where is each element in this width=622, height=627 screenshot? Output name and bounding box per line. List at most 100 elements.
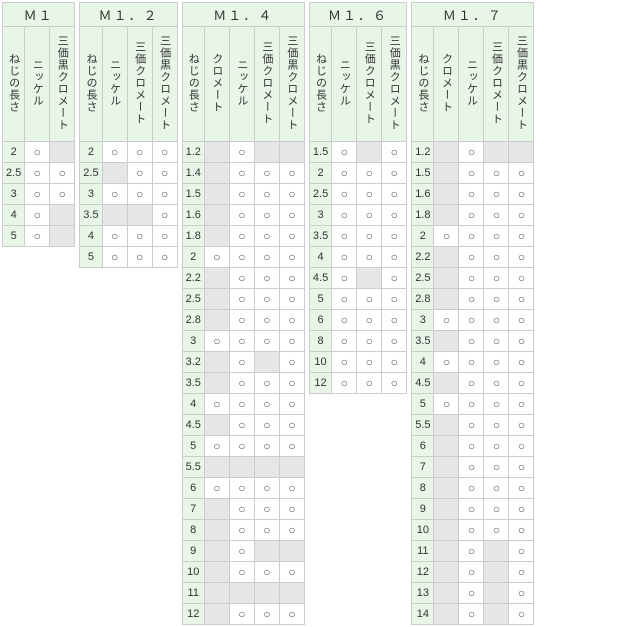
length-cell: 2.2 xyxy=(412,247,434,268)
circle-icon xyxy=(459,415,484,436)
table-row: 3 xyxy=(412,310,534,331)
circle-icon xyxy=(229,352,254,373)
circle-icon xyxy=(254,562,279,583)
table-row: 5.5 xyxy=(412,415,534,436)
circle-icon xyxy=(434,394,459,415)
empty-cell xyxy=(204,226,229,247)
circle-icon xyxy=(357,184,382,205)
circle-icon xyxy=(152,205,177,226)
circle-icon xyxy=(509,184,534,205)
spec-table: Ｍ１．２ねじの長さニッケル三価クロメート三価黒クロメート22.533.545 xyxy=(79,2,177,268)
circle-icon xyxy=(102,226,127,247)
circle-icon xyxy=(254,310,279,331)
circle-icon xyxy=(484,331,509,352)
table-row: 3.5 xyxy=(412,331,534,352)
circle-icon xyxy=(332,247,357,268)
length-cell: 3 xyxy=(3,184,25,205)
table-row: 1.6 xyxy=(412,184,534,205)
circle-icon xyxy=(279,478,304,499)
circle-icon xyxy=(484,436,509,457)
circle-icon xyxy=(459,331,484,352)
length-cell: 4 xyxy=(182,394,204,415)
circle-icon xyxy=(229,541,254,562)
table-row: 4 xyxy=(182,394,304,415)
circle-icon xyxy=(484,184,509,205)
length-cell: 6 xyxy=(412,436,434,457)
empty-cell xyxy=(434,562,459,583)
empty-cell xyxy=(204,184,229,205)
length-cell: 7 xyxy=(182,499,204,520)
length-cell: 3 xyxy=(80,184,102,205)
length-cell: 10 xyxy=(412,520,434,541)
circle-icon xyxy=(509,205,534,226)
circle-icon xyxy=(382,331,407,352)
circle-icon xyxy=(152,163,177,184)
empty-cell xyxy=(434,331,459,352)
circle-icon xyxy=(509,562,534,583)
circle-icon xyxy=(509,499,534,520)
table-row: 2 xyxy=(182,247,304,268)
table-row: 1.4 xyxy=(182,163,304,184)
circle-icon xyxy=(459,205,484,226)
circle-icon xyxy=(254,478,279,499)
circle-icon xyxy=(484,226,509,247)
empty-cell xyxy=(434,268,459,289)
table-title: Ｍ１．４ xyxy=(182,3,304,27)
length-cell: 3.5 xyxy=(412,331,434,352)
circle-icon xyxy=(484,205,509,226)
empty-cell xyxy=(434,184,459,205)
table-row: 5 xyxy=(80,247,177,268)
length-cell: 2.5 xyxy=(3,163,25,184)
length-cell: 1.6 xyxy=(182,205,204,226)
circle-icon xyxy=(509,541,534,562)
table-row: 4.5 xyxy=(412,373,534,394)
table-row: 2 xyxy=(309,163,406,184)
table-row: 3.5 xyxy=(309,226,406,247)
circle-icon xyxy=(127,247,152,268)
circle-icon xyxy=(254,205,279,226)
table-row: 3 xyxy=(3,184,75,205)
table-row: 10 xyxy=(309,352,406,373)
length-cell: 1.8 xyxy=(182,226,204,247)
empty-cell xyxy=(204,268,229,289)
circle-icon xyxy=(50,184,75,205)
circle-icon xyxy=(279,226,304,247)
length-cell: 10 xyxy=(182,562,204,583)
circle-icon xyxy=(152,184,177,205)
empty-cell xyxy=(279,457,304,478)
circle-icon xyxy=(509,268,534,289)
empty-cell xyxy=(434,583,459,604)
length-cell: 11 xyxy=(412,541,434,562)
circle-icon xyxy=(204,331,229,352)
circle-icon xyxy=(279,520,304,541)
circle-icon xyxy=(229,562,254,583)
circle-icon xyxy=(459,604,484,625)
table-row: 1.2 xyxy=(182,142,304,163)
empty-cell xyxy=(204,604,229,625)
circle-icon xyxy=(229,289,254,310)
length-cell: 2 xyxy=(309,163,331,184)
table-row: 2.5 xyxy=(80,163,177,184)
circle-icon xyxy=(357,289,382,310)
row-label: ねじの長さ xyxy=(3,27,25,142)
circle-icon xyxy=(382,247,407,268)
circle-icon xyxy=(229,226,254,247)
circle-icon xyxy=(459,226,484,247)
circle-icon xyxy=(484,499,509,520)
empty-cell xyxy=(204,142,229,163)
circle-icon xyxy=(459,394,484,415)
circle-icon xyxy=(152,142,177,163)
table-row: 2.5 xyxy=(412,268,534,289)
circle-icon xyxy=(332,373,357,394)
circle-icon xyxy=(279,604,304,625)
empty-cell xyxy=(204,583,229,604)
table-row: 2 xyxy=(80,142,177,163)
circle-icon xyxy=(484,289,509,310)
length-cell: 3.5 xyxy=(182,373,204,394)
empty-cell xyxy=(50,226,75,247)
length-cell: 4 xyxy=(412,352,434,373)
empty-cell xyxy=(434,163,459,184)
circle-icon xyxy=(509,436,534,457)
circle-icon xyxy=(25,163,50,184)
table-row: 12 xyxy=(412,562,534,583)
